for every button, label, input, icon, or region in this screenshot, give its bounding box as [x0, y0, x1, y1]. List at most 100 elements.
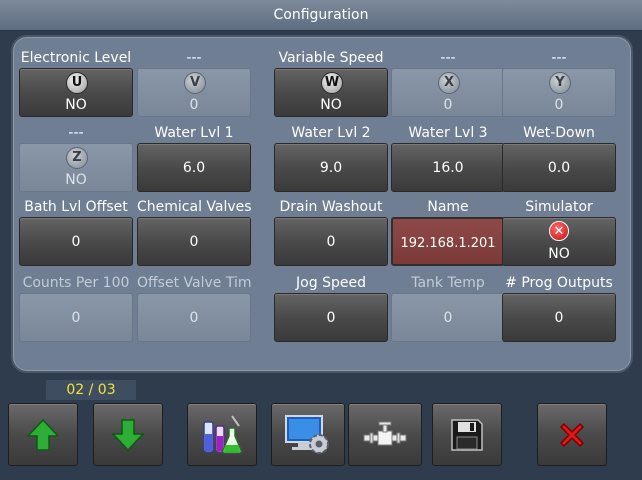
config-value: 0.0 — [547, 160, 571, 176]
config-value: 0 — [554, 97, 564, 113]
config-value: 0 — [189, 310, 199, 326]
config-label: Counts Per 100 — [22, 275, 130, 291]
config-cell: --- X 0 — [391, 48, 505, 117]
config-cell: Bath Lvl Offset 0 — [19, 197, 133, 266]
config-value-button[interactable]: ✕ NO — [502, 217, 616, 266]
config-cell: Variable Speed W NO — [274, 48, 388, 117]
config-value: 0 — [554, 310, 564, 326]
config-label: Water Lvl 3 — [408, 125, 488, 141]
config-value-button: Z NO — [19, 143, 133, 192]
config-cell: Simulator ✕ NO — [502, 197, 616, 266]
config-cell: Counts Per 100 0 — [19, 273, 133, 342]
floppy-disk-icon — [451, 418, 483, 451]
config-value: 0 — [326, 310, 336, 326]
config-value-button: 0 — [137, 293, 251, 342]
config-label: Water Lvl 2 — [291, 125, 371, 141]
config-value: 0 — [326, 234, 336, 250]
config-value: 16.0 — [432, 160, 464, 176]
config-value: 192.168.1.201 — [400, 236, 496, 251]
config-value-button: X0 — [391, 68, 505, 117]
close-button[interactable] — [537, 403, 607, 466]
config-label: --- — [440, 50, 456, 66]
valve-icon — [363, 421, 407, 445]
page-down-button[interactable] — [93, 403, 163, 466]
config-value-button[interactable]: 9.0 — [274, 143, 388, 192]
config-label: Tank Temp — [411, 275, 485, 291]
config-value-button[interactable]: U NO — [19, 68, 133, 117]
config-value-button: V0 — [137, 68, 251, 117]
config-value-button: Y0 — [502, 68, 616, 117]
config-cell: Offset Valve Time 0 — [137, 273, 251, 342]
error-x-icon: ✕ — [549, 221, 569, 241]
config-value: NO — [65, 172, 87, 188]
config-cell: Chemical Valves 0 — [137, 197, 251, 266]
system-settings-button[interactable] — [271, 403, 345, 466]
config-cell: Water Lvl 3 16.0 — [391, 123, 505, 192]
config-value-button: 0 — [391, 293, 505, 342]
config-value: 0 — [71, 310, 81, 326]
config-value-button[interactable]: 0 — [502, 293, 616, 342]
monitor-gear-icon — [285, 414, 329, 454]
red-x-icon — [560, 422, 584, 447]
config-value: 0 — [443, 310, 453, 326]
config-value-button[interactable]: 0 — [19, 217, 133, 266]
config-label: Wet-Down — [523, 125, 595, 141]
config-label: Chemical Valves — [137, 199, 251, 215]
config-label: Name — [427, 199, 469, 215]
lab-flasks-icon — [203, 414, 242, 454]
letter-icon: U — [66, 72, 88, 94]
letter-icon: Z — [66, 147, 88, 169]
config-value-button[interactable]: 0 — [274, 217, 388, 266]
config-value-button[interactable]: 192.168.1.201 — [391, 217, 505, 266]
save-button[interactable] — [432, 403, 502, 466]
valve-button[interactable] — [348, 403, 422, 466]
config-value-button: 0 — [19, 293, 133, 342]
config-value: 9.0 — [319, 160, 343, 176]
config-label: Variable Speed — [278, 50, 384, 66]
config-cell: Tank Temp 0 — [391, 273, 505, 342]
config-label: Electronic Level — [20, 50, 132, 66]
config-label: --- — [68, 125, 84, 141]
config-label: Offset Valve Time — [137, 275, 251, 291]
config-label: Bath Lvl Offset — [24, 199, 128, 215]
green-arrow-up-icon — [26, 418, 60, 451]
config-value-button[interactable]: 6.0 — [137, 143, 251, 192]
page-up-button[interactable] — [8, 403, 78, 466]
config-cell: # Prog Outputs 0 — [502, 273, 616, 342]
config-value: NO — [548, 246, 570, 262]
config-cell: Electronic Level U NO — [19, 48, 133, 117]
letter-icon: X — [438, 72, 460, 94]
config-value-button[interactable]: 0 — [137, 217, 251, 266]
config-value-button[interactable]: 0 — [274, 293, 388, 342]
config-label: --- — [186, 50, 202, 66]
config-cell: Water Lvl 1 6.0 — [137, 123, 251, 192]
config-cell: Water Lvl 2 9.0 — [274, 123, 388, 192]
config-cell: --- V 0 — [137, 48, 251, 117]
config-cell: Wet-Down 0.0 — [502, 123, 616, 192]
chemicals-button[interactable] — [187, 403, 257, 466]
config-value: 6.0 — [182, 160, 206, 176]
letter-icon: Y — [549, 72, 571, 94]
config-value-button[interactable]: 16.0 — [391, 143, 505, 192]
config-label: Drain Washout — [279, 199, 383, 215]
window-title: Configuration — [0, 0, 642, 31]
letter-icon: V — [184, 72, 206, 94]
letter-icon: W — [321, 72, 343, 94]
config-value-button[interactable]: 0.0 — [502, 143, 616, 192]
page-indicator: 02 / 03 — [46, 380, 136, 400]
config-label: Jog Speed — [296, 275, 366, 291]
config-value: 0 — [71, 234, 81, 250]
green-arrow-down-icon — [111, 418, 145, 451]
config-label: Simulator — [525, 199, 593, 215]
config-value-button[interactable]: W NO — [274, 68, 388, 117]
config-cell: Name 192.168.1.201 — [391, 197, 505, 266]
config-value: 0 — [189, 234, 199, 250]
config-value: NO — [320, 97, 342, 113]
config-value: 0 — [189, 97, 199, 113]
config-cell: Jog Speed 0 — [274, 273, 388, 342]
config-cell: --- Z NO — [19, 123, 133, 192]
config-cell: Drain Washout 0 — [274, 197, 388, 266]
config-label: --- — [551, 50, 567, 66]
config-label: Water Lvl 1 — [154, 125, 234, 141]
config-value: NO — [65, 97, 87, 113]
